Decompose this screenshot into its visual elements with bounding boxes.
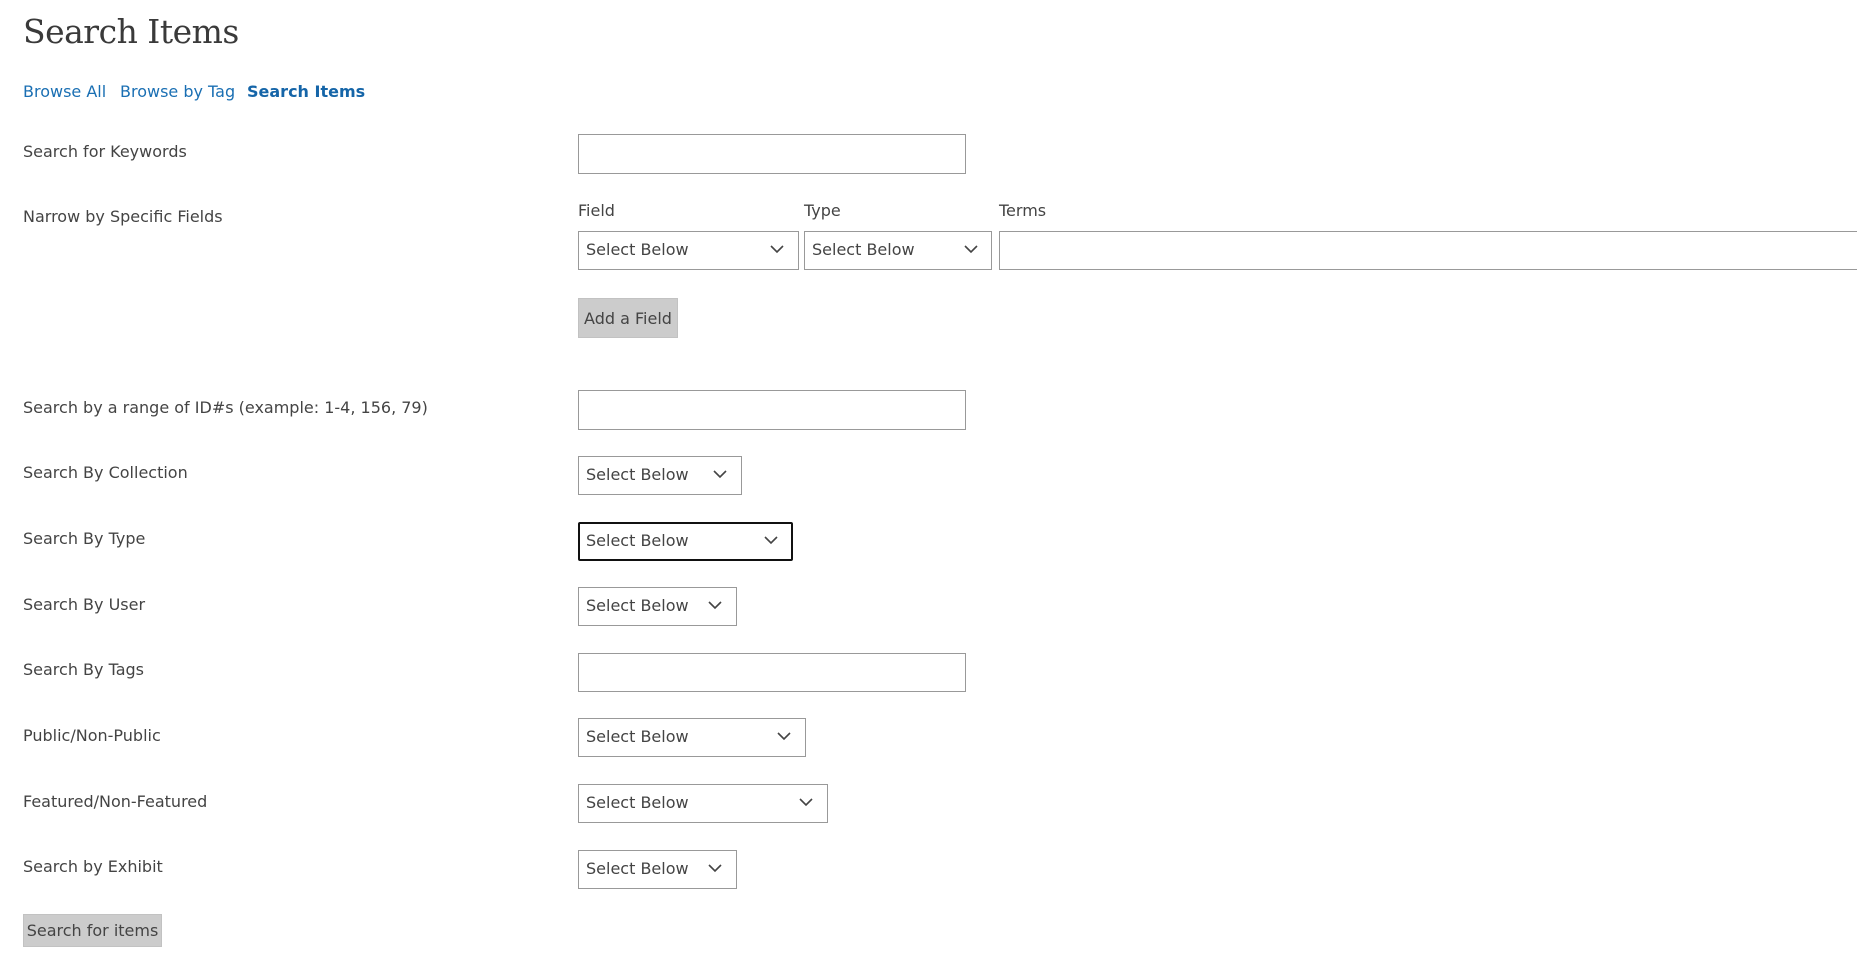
user-label: Search By User xyxy=(23,595,146,614)
keywords-label: Search for Keywords xyxy=(23,142,187,161)
advanced-field-select[interactable]: Select Below xyxy=(578,231,799,270)
chevron-down-icon xyxy=(964,245,978,254)
nav-browse-all[interactable]: Browse All xyxy=(23,82,106,101)
page-title: Search Items xyxy=(23,12,239,51)
type-select[interactable]: Select Below xyxy=(578,522,793,561)
collection-select[interactable]: Select Below xyxy=(578,456,742,495)
search-submit-button[interactable]: Search for items xyxy=(23,914,162,947)
search-items-page: Search Items Browse All Browse by Tag Se… xyxy=(0,0,1857,977)
chevron-down-icon xyxy=(770,245,784,254)
chevron-down-icon xyxy=(708,864,722,873)
id-range-input[interactable] xyxy=(578,390,966,430)
keywords-input[interactable] xyxy=(578,134,966,174)
exhibit-select[interactable]: Select Below xyxy=(578,850,737,889)
chevron-down-icon xyxy=(777,732,791,741)
exhibit-select-value: Select Below xyxy=(586,859,689,878)
chevron-down-icon xyxy=(713,470,727,479)
featured-label: Featured/Non-Featured xyxy=(23,792,208,811)
public-select-value: Select Below xyxy=(586,727,689,746)
advanced-field-select-value: Select Below xyxy=(586,240,689,259)
exhibit-label: Search by Exhibit xyxy=(23,857,163,876)
featured-select-value: Select Below xyxy=(586,793,689,812)
tags-label: Search By Tags xyxy=(23,660,145,679)
public-select[interactable]: Select Below xyxy=(578,718,806,757)
terms-column-header: Terms xyxy=(999,201,1047,220)
nav-search-items[interactable]: Search Items xyxy=(247,82,365,101)
field-column-header: Field xyxy=(578,201,615,220)
chevron-down-icon xyxy=(708,601,722,610)
add-field-button[interactable]: Add a Field xyxy=(578,298,678,338)
advanced-type-select-value: Select Below xyxy=(812,240,915,259)
chevron-down-icon xyxy=(764,536,778,545)
user-select-value: Select Below xyxy=(586,596,689,615)
type-column-header: Type xyxy=(804,201,841,220)
advanced-type-select[interactable]: Select Below xyxy=(804,231,992,270)
type-label: Search By Type xyxy=(23,529,146,548)
user-select[interactable]: Select Below xyxy=(578,587,737,626)
tags-input[interactable] xyxy=(578,653,966,692)
collection-label: Search By Collection xyxy=(23,463,188,482)
nav-browse-by-tag[interactable]: Browse by Tag xyxy=(120,82,235,101)
chevron-down-icon xyxy=(799,798,813,807)
collection-select-value: Select Below xyxy=(586,465,689,484)
narrow-fields-label: Narrow by Specific Fields xyxy=(23,207,223,226)
type-select-value: Select Below xyxy=(586,531,689,550)
featured-select[interactable]: Select Below xyxy=(578,784,828,823)
advanced-terms-input[interactable] xyxy=(999,231,1857,270)
public-label: Public/Non-Public xyxy=(23,726,161,745)
id-range-label: Search by a range of ID#s (example: 1-4,… xyxy=(23,398,428,417)
